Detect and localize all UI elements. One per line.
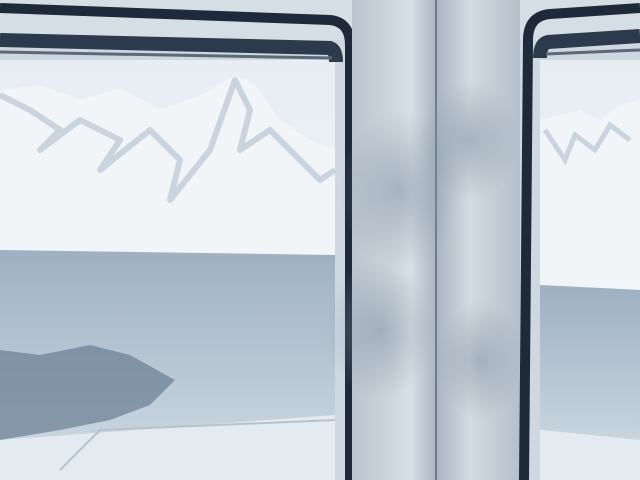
window-view-scene — [0, 0, 640, 480]
mountain-range-right — [540, 100, 640, 285]
left-window-view — [0, 60, 337, 480]
center-pillar — [325, 0, 525, 480]
right-window-view — [540, 60, 640, 480]
sea-right — [540, 285, 640, 440]
game-viewport — [0, 0, 640, 480]
